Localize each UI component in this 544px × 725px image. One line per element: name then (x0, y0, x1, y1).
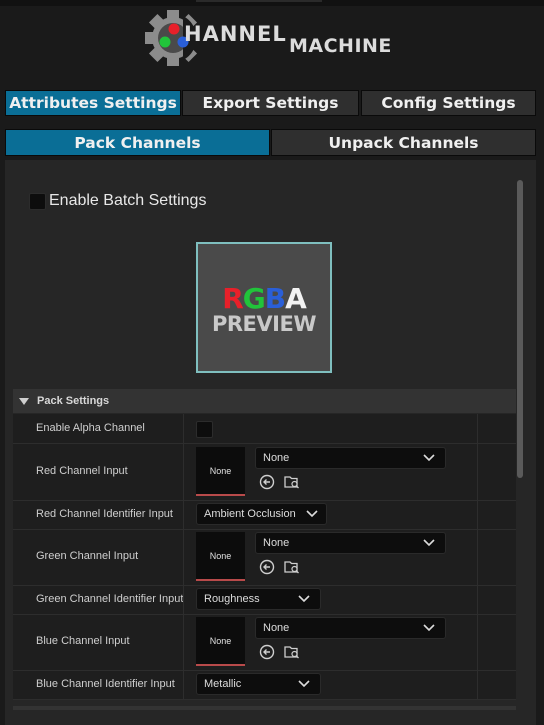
tab-export-settings[interactable]: Export Settings (182, 90, 359, 116)
chevron-down-icon (423, 539, 435, 547)
use-selected-arrow-icon[interactable] (259, 559, 275, 575)
green-texture-thumbnail[interactable]: None (196, 532, 245, 581)
window-drag-area (196, 0, 322, 2)
green-input-label: Green Channel Input (36, 550, 139, 562)
green-identifier-dropdown[interactable]: Roughness (196, 588, 321, 610)
enable-alpha-row: Enable Alpha Channel (13, 414, 516, 444)
tab-label: Export Settings (202, 94, 339, 112)
preview-b: B (264, 282, 286, 315)
enable-batch-settings[interactable]: Enable Batch Settings (29, 192, 206, 210)
enable-alpha-label: Enable Alpha Channel (36, 422, 145, 434)
blue-identifier-row: Blue Channel Identifier Input Metallic (13, 671, 516, 700)
dropdown-value: Ambient Occlusion (204, 508, 296, 520)
red-identifier-label: Red Channel Identifier Input (36, 508, 173, 520)
rgba-preview: RGBA PREVIEW (196, 242, 332, 373)
use-selected-arrow-icon[interactable] (259, 474, 275, 490)
tab-label: Attributes Settings (9, 94, 177, 112)
preview-g: G (242, 282, 266, 315)
asset-picker-value: None (263, 622, 290, 634)
asset-picker-value: None (263, 452, 290, 464)
blue-asset-picker[interactable]: None (255, 617, 446, 639)
green-asset-picker[interactable]: None (255, 532, 446, 554)
chevron-down-icon (423, 454, 435, 462)
section-bottom-edge (13, 706, 516, 710)
logo-text-channel: HANNEL (184, 22, 287, 46)
red-texture-thumbnail[interactable]: None (196, 447, 245, 496)
chevron-down-icon (298, 680, 310, 688)
red-identifier-row: Red Channel Identifier Input Ambient Occ… (13, 501, 516, 530)
chevron-down-icon (306, 510, 318, 518)
asset-picker-value: None (263, 537, 290, 549)
tab-unpack-channels[interactable]: Unpack Channels (271, 129, 536, 156)
chevron-down-icon (423, 624, 435, 632)
blue-input-row: Blue Channel Input None None (13, 615, 516, 671)
blue-texture-thumbnail[interactable]: None (196, 617, 245, 666)
dropdown-value: Metallic (204, 678, 242, 690)
green-input-row: Green Channel Input None None (13, 530, 516, 586)
red-input-label: Red Channel Input (36, 465, 128, 477)
tab-label: Pack Channels (74, 133, 201, 152)
green-identifier-label: Green Channel Identifier Input (36, 593, 184, 605)
tab-label: Config Settings (381, 94, 516, 112)
use-selected-arrow-icon[interactable] (259, 644, 275, 660)
thumbnail-label: None (209, 550, 232, 561)
browse-folder-icon[interactable] (284, 474, 300, 490)
window-top-strip (0, 0, 544, 6)
green-identifier-row: Green Channel Identifier Input Roughness (13, 586, 516, 615)
thumbnail-label: None (209, 635, 232, 646)
tab-label: Unpack Channels (328, 133, 479, 152)
tab-pack-channels[interactable]: Pack Channels (5, 129, 270, 156)
red-input-row: Red Channel Input None None (13, 444, 516, 501)
vertical-scrollbar[interactable] (517, 180, 523, 478)
pack-settings-title: Pack Settings (37, 395, 110, 407)
thumbnail-label: None (209, 465, 232, 476)
logo-text-machine: MACHINE (289, 35, 392, 57)
pack-settings-header[interactable]: Pack Settings (13, 389, 516, 413)
tab-attributes-settings[interactable]: Attributes Settings (5, 90, 181, 116)
enable-batch-checkbox[interactable] (29, 192, 46, 210)
browse-folder-icon[interactable] (284, 644, 300, 660)
preview-a: A (285, 282, 307, 315)
red-asset-picker[interactable]: None (255, 447, 446, 469)
rgba-preview-letters: RGBA (198, 282, 330, 315)
blue-input-label: Blue Channel Input (36, 635, 130, 647)
browse-folder-icon[interactable] (284, 559, 300, 575)
red-identifier-dropdown[interactable]: Ambient Occlusion (196, 503, 327, 525)
tab-config-settings[interactable]: Config Settings (361, 90, 536, 116)
chevron-down-icon (298, 595, 310, 603)
preview-word: PREVIEW (212, 312, 316, 336)
preview-r: R (222, 282, 244, 315)
enable-batch-label: Enable Batch Settings (49, 192, 207, 209)
collapse-triangle-icon[interactable] (19, 397, 29, 405)
dropdown-value: Roughness (204, 593, 260, 605)
blue-identifier-dropdown[interactable]: Metallic (196, 673, 321, 695)
enable-alpha-checkbox[interactable] (196, 421, 213, 438)
blue-identifier-label: Blue Channel Identifier Input (36, 678, 175, 690)
